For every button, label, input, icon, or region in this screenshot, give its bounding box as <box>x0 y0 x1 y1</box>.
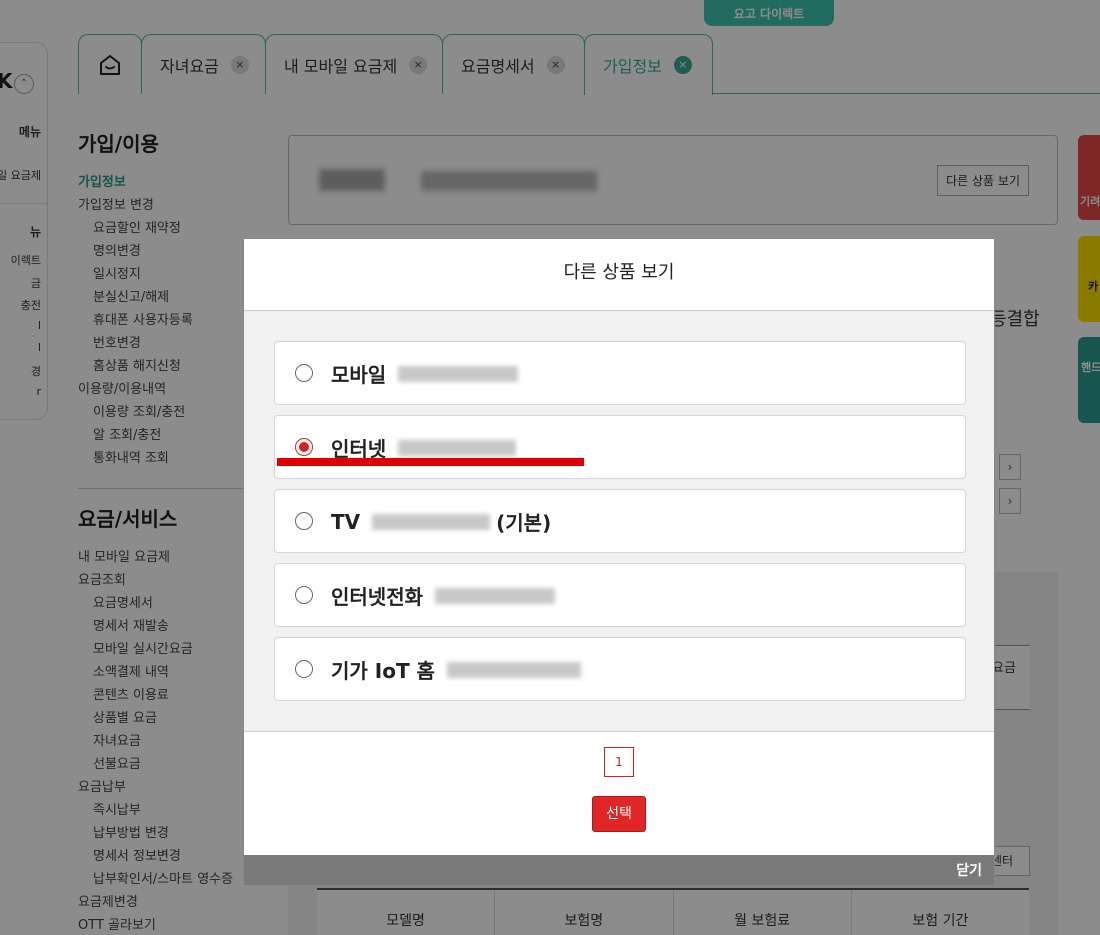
option-internet-phone[interactable]: 인터넷전화 <box>274 563 966 627</box>
option-label-text: TV <box>331 509 361 534</box>
red-annotation-underline <box>277 458 584 466</box>
option-label-text: 인터넷전화 <box>331 585 423 609</box>
option-label: TV (기본) <box>331 507 551 536</box>
redacted-number <box>398 439 517 456</box>
option-label: 모바일 <box>331 359 519 388</box>
option-label: 기가 IoT 홈 <box>331 655 581 684</box>
option-mobile[interactable]: 모바일 <box>274 341 966 405</box>
option-label-text: 기가 IoT 홈 <box>331 659 435 683</box>
radio-button[interactable] <box>295 512 313 530</box>
close-button[interactable]: 닫기 <box>956 860 982 880</box>
select-button[interactable]: 선택 <box>592 796 646 832</box>
redacted-number <box>398 365 519 382</box>
radio-button[interactable] <box>295 586 313 604</box>
redacted-number <box>446 661 581 678</box>
option-label: 인터넷전화 <box>331 581 555 610</box>
option-giga-iot-home[interactable]: 기가 IoT 홈 <box>274 637 966 701</box>
radio-button[interactable] <box>295 660 313 678</box>
redacted-number <box>435 587 555 604</box>
other-product-modal: 다른 상품 보기 모바일 인터넷 TV (기본) 인터넷전화 기가 IoT 홈 … <box>243 238 995 886</box>
option-tv[interactable]: TV (기본) <box>274 489 966 553</box>
product-option-list: 모바일 인터넷 TV (기본) 인터넷전화 기가 IoT 홈 <box>244 311 994 732</box>
page-number-button[interactable]: 1 <box>604 747 634 777</box>
modal-footer: 닫기 <box>244 855 994 885</box>
modal-title: 다른 상품 보기 <box>244 239 994 311</box>
redacted-number <box>372 513 491 530</box>
option-label-text: 모바일 <box>331 363 387 387</box>
radio-button[interactable] <box>295 364 313 382</box>
option-internet[interactable]: 인터넷 <box>274 415 966 479</box>
option-suffix: (기본) <box>496 511 552 535</box>
radio-button-selected[interactable] <box>295 438 313 456</box>
